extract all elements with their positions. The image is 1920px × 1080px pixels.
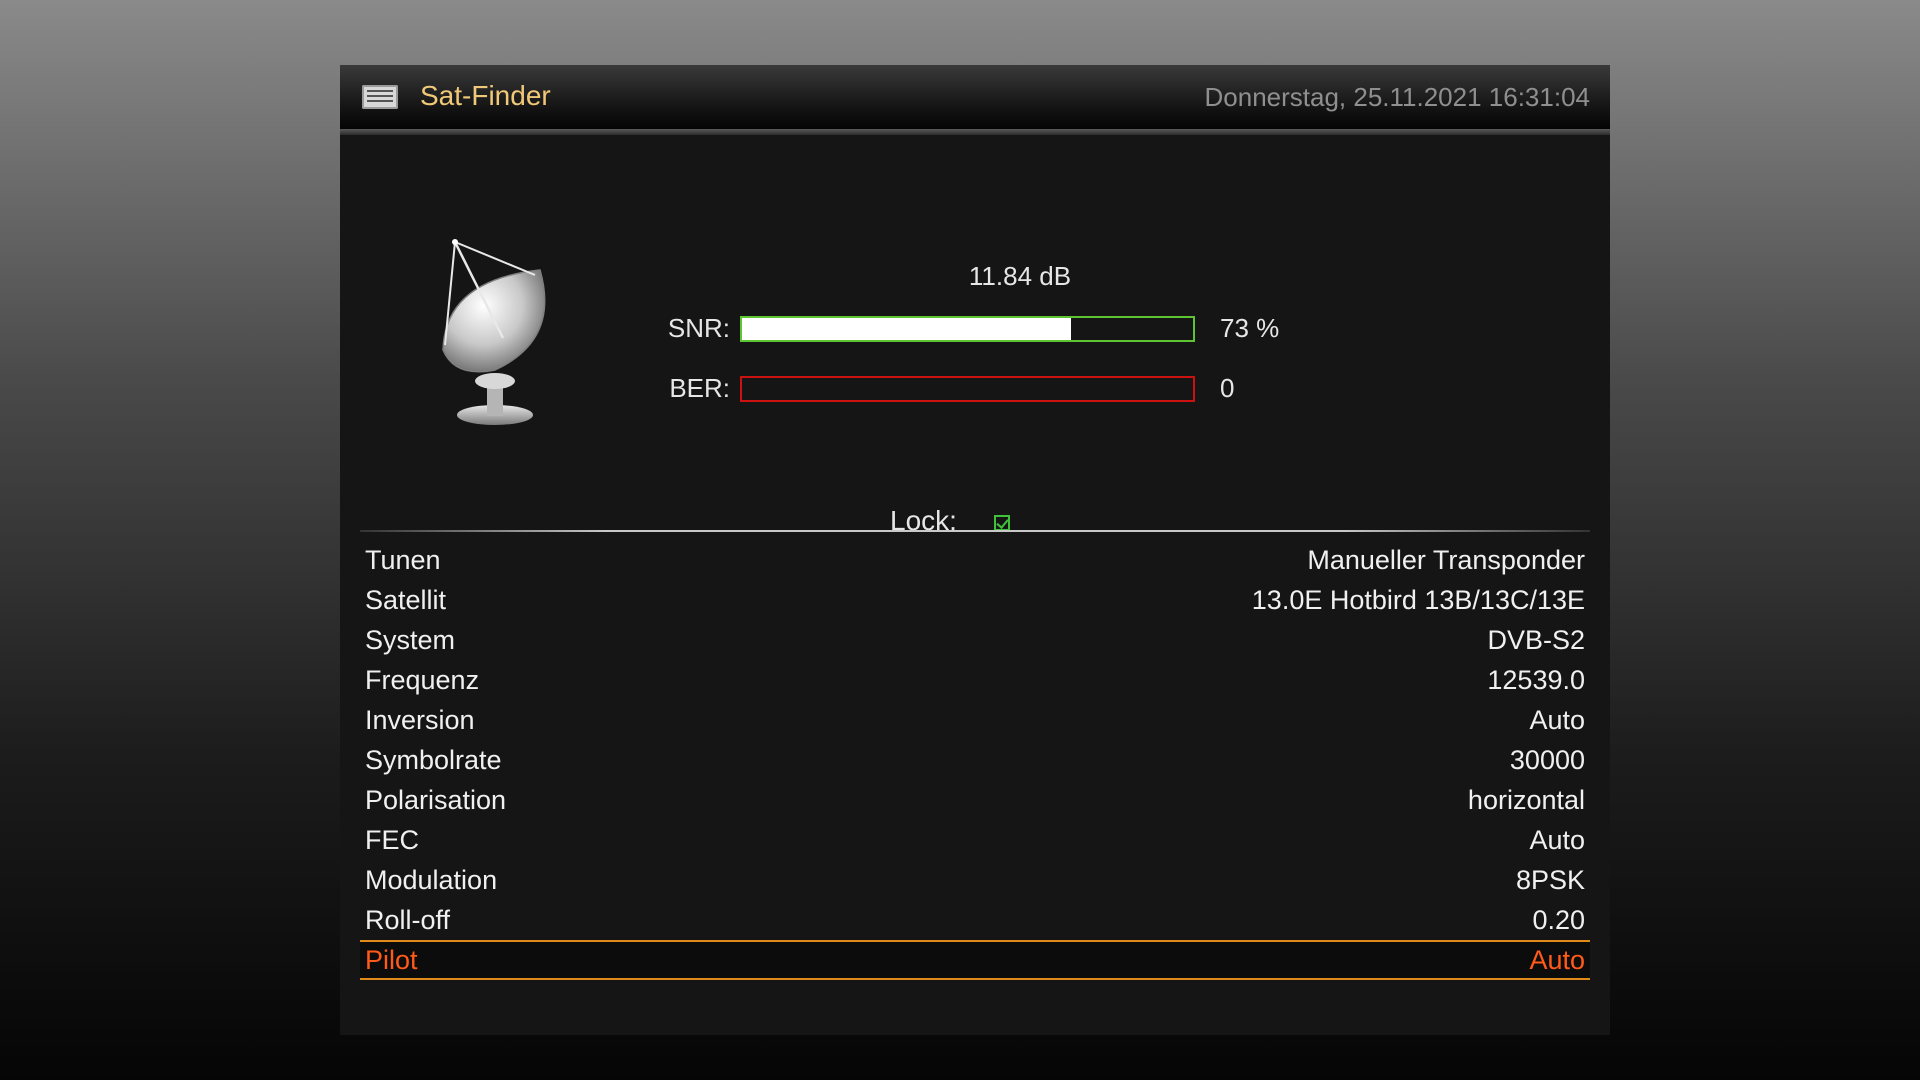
date-time: Donnerstag, 25.11.2021 16:31:04 xyxy=(1204,82,1591,112)
setting-label: Symbolrate xyxy=(365,745,502,775)
setting-label: Satellit xyxy=(365,585,447,615)
setting-row-polarisation[interactable]: Polarisation horizontal xyxy=(360,780,1590,820)
menu-list-icon xyxy=(362,85,398,109)
tuning-settings-list: Tunen Manueller Transponder Satellit 13.0E … xyxy=(360,540,1590,980)
setting-value: 13.0E Hotbird 13B/13C/13E xyxy=(1251,585,1585,615)
setting-row-system[interactable]: System DVB-S2 xyxy=(360,620,1590,660)
ber-label: BER: xyxy=(669,373,730,403)
setting-value: 12539.0 xyxy=(1487,665,1585,695)
setting-row-modulation[interactable]: Modulation 8PSK xyxy=(360,860,1590,900)
setting-row-fec[interactable]: FEC Auto xyxy=(360,820,1590,860)
lock-label: Lock: xyxy=(890,505,957,536)
setting-label: Modulation xyxy=(365,865,498,895)
snr-meter-fill xyxy=(742,318,1072,340)
signal-db-value: 11.84 dB xyxy=(968,261,1072,291)
ber-value: 0 xyxy=(1220,373,1235,403)
setting-value: Manueller Transponder xyxy=(1307,545,1585,575)
satellite-dish-icon xyxy=(442,239,546,425)
ber-meter xyxy=(740,376,1195,402)
setting-row-roll-off[interactable]: Roll-off 0.20 xyxy=(360,900,1590,940)
setting-value: 8PSK xyxy=(1515,865,1585,895)
setting-label: FEC xyxy=(365,825,419,855)
title-bar: Sat-Finder Donnerstag, 25.11.2021 16:31:… xyxy=(340,65,1610,129)
setting-label: Inversion xyxy=(365,705,475,735)
setting-value: 0.20 xyxy=(1532,905,1585,935)
header-divider xyxy=(340,129,1610,135)
snr-meter xyxy=(740,316,1195,342)
setting-value: Auto xyxy=(1529,705,1585,735)
sat-finder-window: Sat-Finder Donnerstag, 25.11.2021 16:31:… xyxy=(340,65,1610,1035)
list-divider xyxy=(360,530,1590,532)
snr-label: SNR: xyxy=(667,313,730,343)
setting-label: Roll-off xyxy=(365,905,451,935)
setting-value: Auto xyxy=(1529,945,1585,975)
setting-row-frequenz[interactable]: Frequenz 12539.0 xyxy=(360,660,1590,700)
setting-row-symbolrate[interactable]: Symbolrate 30000 xyxy=(360,740,1590,780)
setting-row-inversion[interactable]: Inversion Auto xyxy=(360,700,1590,740)
setting-row-tunen[interactable]: Tunen Manueller Transponder xyxy=(360,540,1590,580)
setting-label: Tunen xyxy=(365,545,441,575)
setting-value: Auto xyxy=(1529,825,1585,855)
setting-row-satellit[interactable]: Satellit 13.0E Hotbird 13B/13C/13E xyxy=(360,580,1590,620)
window-title: Sat-Finder xyxy=(420,80,551,111)
snr-percent: 73 % xyxy=(1220,313,1280,343)
setting-value: DVB-S2 xyxy=(1487,625,1585,655)
setting-value: horizontal xyxy=(1467,785,1585,815)
setting-label: Frequenz xyxy=(365,665,480,695)
setting-row-pilot[interactable]: Pilot Auto xyxy=(360,940,1590,980)
setting-value: 30000 xyxy=(1509,745,1585,775)
checkbox-checked-icon xyxy=(994,515,1010,531)
setting-label: Pilot xyxy=(365,945,418,975)
setting-label: System xyxy=(365,625,456,655)
setting-label: Polarisation xyxy=(365,785,507,815)
